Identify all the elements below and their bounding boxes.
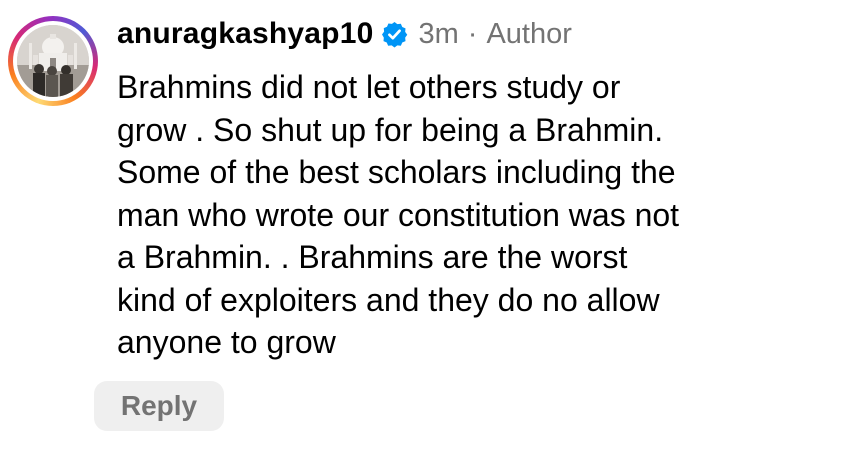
story-ring[interactable] <box>8 16 98 106</box>
reply-button[interactable]: Reply <box>94 381 224 431</box>
comment-text-line: Some of the best scholars including the <box>117 154 676 190</box>
comment-text: Brahmins did not let others study or gro… <box>117 66 832 364</box>
comment-text-line: kind of exploiters and they do no allow <box>117 281 660 318</box>
comment-header: anuragkashyap10 3m · Author <box>117 12 572 56</box>
comment-text-line: a Brahmin. . Brahmins are the worst <box>117 239 628 275</box>
comment-text-line: man who wrote our constitution was not <box>117 196 680 233</box>
username[interactable]: anuragkashyap10 <box>117 17 373 51</box>
comment-text-line: Brahmins did not let others study or <box>117 69 621 105</box>
comment: anuragkashyap10 3m · Author Brahmins did… <box>0 0 841 456</box>
avatar[interactable] <box>17 25 89 97</box>
comment-text-line: anyone to grow <box>117 324 336 360</box>
taj-mahal-photo <box>17 25 89 97</box>
author-label: Author <box>486 17 572 50</box>
comment-time: 3m <box>418 17 459 50</box>
meta-separator: · <box>467 17 478 50</box>
comment-text-line: grow . So shut up for being a Brahmin. <box>117 111 664 148</box>
verified-badge-icon <box>381 21 408 48</box>
